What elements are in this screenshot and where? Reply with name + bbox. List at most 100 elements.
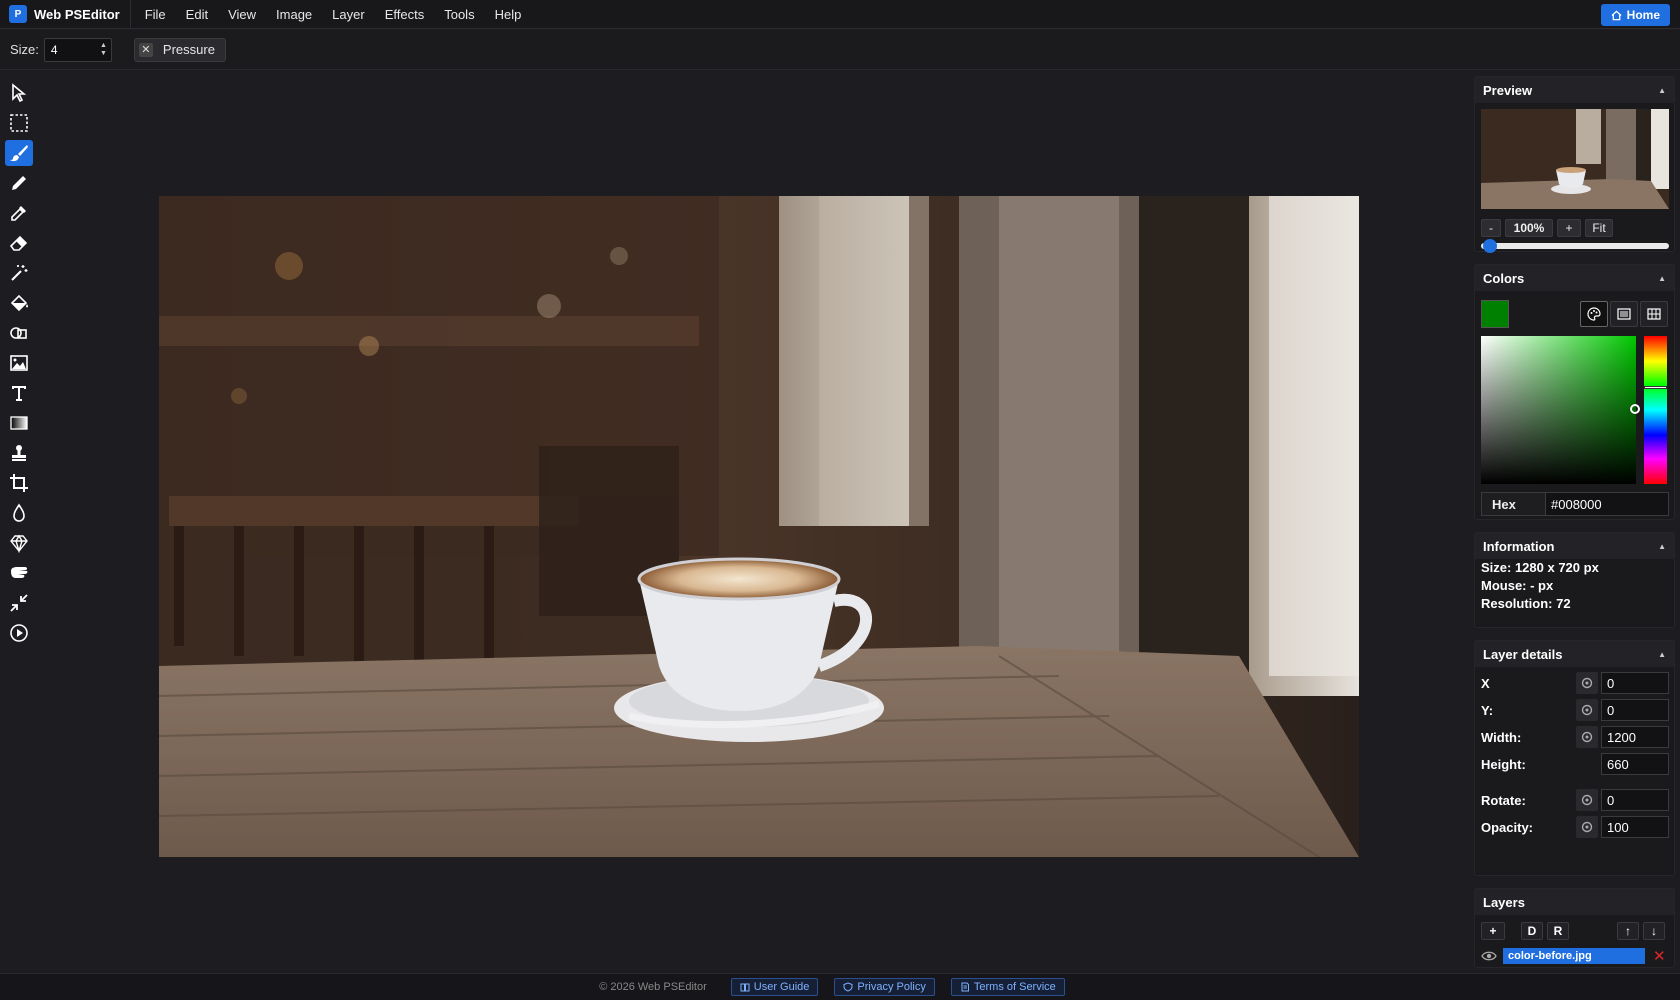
zoom-in-button[interactable]: + [1557,219,1581,237]
zoom-slider-handle[interactable] [1483,239,1497,253]
tool-shapes[interactable] [5,320,33,346]
layer-details-header[interactable]: Layer details ▲ [1475,641,1674,667]
tool-eyedropper[interactable] [5,200,33,226]
layers-title: Layers [1483,894,1525,910]
rename-layer-button[interactable]: R [1547,922,1569,940]
tool-bar [0,80,38,650]
current-color-swatch[interactable] [1481,300,1509,328]
user-guide-link[interactable]: User Guide [730,978,819,996]
document-icon [961,982,969,992]
link-icon[interactable] [1576,726,1598,748]
tool-sharpen[interactable] [5,530,33,556]
list-mode-button[interactable] [1610,301,1638,327]
tool-magic-wand[interactable] [5,260,33,286]
pressure-toggle[interactable]: ✕ Pressure [133,37,226,62]
size-input[interactable]: 4 ▲ ▼ [43,37,112,62]
chevron-up-icon[interactable]: ▲ [100,42,107,50]
layer-rotate-input[interactable]: 0 [1601,789,1669,811]
zoom-slider[interactable] [1481,239,1669,253]
zoom-out-button[interactable]: - [1481,219,1501,237]
layer-opacity-input[interactable]: 100 [1601,816,1669,838]
colors-panel: Colors ▲ Hex #008000 [1474,264,1675,520]
menu-layer[interactable]: Layer [322,7,375,22]
color-picker-cursor[interactable] [1630,404,1640,414]
move-layer-down-button[interactable]: ↓ [1643,922,1665,940]
terms-of-service-link[interactable]: Terms of Service [950,978,1065,996]
tool-smudge[interactable] [5,560,33,586]
layer-height-input[interactable]: 660 [1601,753,1669,775]
menu-image[interactable]: Image [266,7,322,22]
layer-name[interactable]: color-before.jpg [1503,948,1645,964]
tool-pencil[interactable] [5,170,33,196]
layer-x-row: X 0 [1481,672,1674,694]
tool-fill-bucket[interactable] [5,290,33,316]
hue-slider-handle[interactable] [1644,386,1667,389]
select-icon [12,83,27,103]
palette-mode-button[interactable] [1580,301,1608,327]
menu-edit[interactable]: Edit [176,7,218,22]
app-name: Web PSEditor [34,6,120,22]
menu-tools[interactable]: Tools [434,7,484,22]
information-title: Information [1483,538,1555,554]
collapse-icon[interactable]: ▲ [1658,86,1666,95]
colors-header[interactable]: Colors ▲ [1475,265,1674,291]
shield-icon [843,982,853,992]
preview-panel: Preview ▲ - 100% + Fit [1474,76,1675,253]
layer-width-input[interactable]: 1200 [1601,726,1669,748]
hue-slider[interactable] [1644,336,1667,484]
tool-play[interactable] [5,620,33,646]
tool-brush[interactable] [5,140,33,166]
zoom-fit-button[interactable]: Fit [1585,219,1613,237]
eye-icon[interactable] [1481,950,1497,962]
menu-file[interactable]: File [135,7,176,22]
home-button[interactable]: Home [1600,4,1670,26]
layer-x-input[interactable]: 0 [1601,672,1669,694]
tool-gradient[interactable] [5,410,33,436]
information-panel: Information ▲ Size: 1280 x 720 px Mouse:… [1474,532,1675,628]
tool-eraser[interactable] [5,230,33,256]
layer-y-row: Y: 0 [1481,699,1674,721]
grid-mode-button[interactable] [1640,301,1668,327]
layers-header[interactable]: Layers [1475,889,1674,915]
move-layer-up-button[interactable]: ↑ [1617,922,1639,940]
zoom-value[interactable]: 100% [1505,219,1553,237]
terms-of-service-label: Terms of Service [973,981,1056,993]
menu-view[interactable]: View [218,7,266,22]
delete-layer-icon[interactable]: ✕ [1653,947,1666,965]
tool-select[interactable] [5,80,33,106]
layer-item[interactable]: color-before.jpg ✕ [1481,947,1674,965]
tool-marquee[interactable] [5,110,33,136]
saturation-value-picker[interactable] [1481,336,1640,484]
duplicate-layer-button[interactable]: D [1521,922,1543,940]
link-icon[interactable] [1576,672,1598,694]
layer-y-input[interactable]: 0 [1601,699,1669,721]
tool-text[interactable] [5,380,33,406]
link-icon[interactable] [1576,789,1598,811]
collapse-icon[interactable]: ▲ [1658,542,1666,551]
menu-effects[interactable]: Effects [375,7,435,22]
collapse-icon[interactable]: ▲ [1658,274,1666,283]
menu-help[interactable]: Help [485,7,532,22]
add-layer-button[interactable]: + [1481,922,1505,940]
preview-header[interactable]: Preview ▲ [1475,77,1674,103]
canvas-image[interactable] [159,196,1359,857]
chevron-down-icon[interactable]: ▼ [100,50,107,58]
tool-stamp[interactable] [5,440,33,466]
canvas[interactable] [159,196,1359,857]
layer-height-row: Height: 660 [1481,753,1674,775]
tool-blur[interactable] [5,500,33,526]
information-header[interactable]: Information ▲ [1475,533,1674,559]
tool-image[interactable] [5,350,33,376]
hex-input[interactable]: #008000 [1546,492,1669,516]
link-icon[interactable] [1576,816,1598,838]
link-icon[interactable] [1576,699,1598,721]
menu-bar: P Web PSEditor File Edit View Image Laye… [0,0,1680,29]
size-stepper[interactable]: ▲ ▼ [100,42,107,58]
tool-crop[interactable] [5,470,33,496]
home-icon [1611,10,1622,20]
pressure-checkbox-icon[interactable]: ✕ [138,42,153,57]
collapse-icon[interactable]: ▲ [1658,650,1666,659]
privacy-policy-link[interactable]: Privacy Policy [834,978,935,996]
tool-resize[interactable] [5,590,33,616]
preview-thumbnail[interactable] [1481,109,1669,209]
